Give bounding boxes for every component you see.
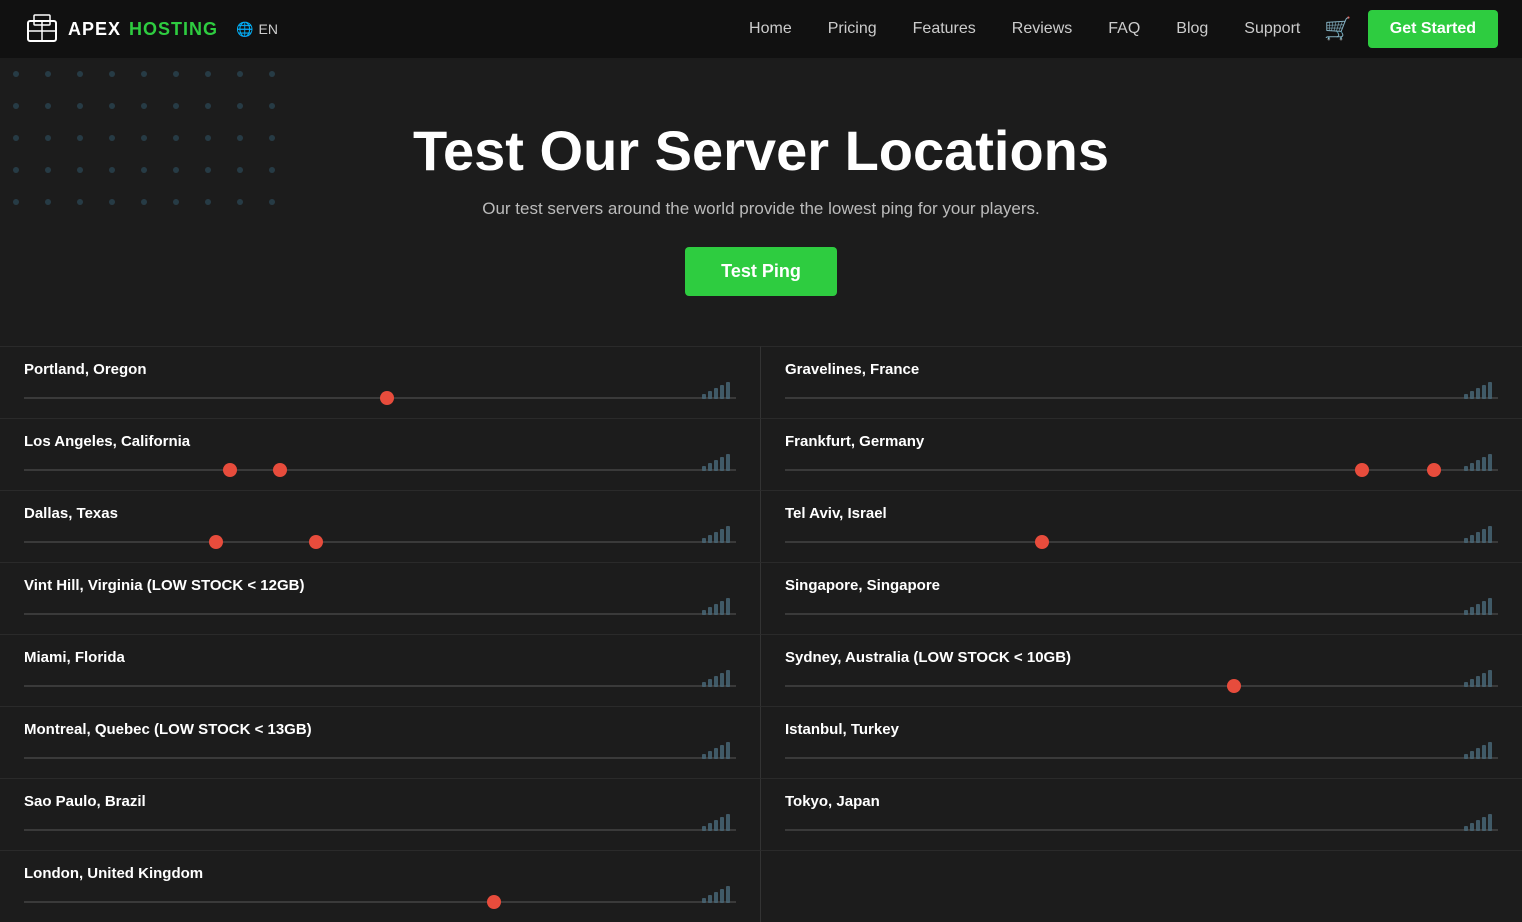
locations-grid: Portland, Oregon Gravelines, France Los … bbox=[0, 346, 1522, 922]
location-item-left: Sao Paulo, Brazil bbox=[0, 778, 761, 850]
location-name: Dallas, Texas bbox=[24, 505, 736, 522]
location-item-left: Los Angeles, California bbox=[0, 418, 761, 490]
location-item-right: Sydney, Australia (LOW STOCK < 10GB) bbox=[761, 634, 1522, 706]
cart-icon[interactable]: 🛒 bbox=[1324, 16, 1351, 42]
location-name: Singapore, Singapore bbox=[785, 577, 1498, 594]
location-item-right: Gravelines, France bbox=[761, 346, 1522, 418]
location-name: Sao Paulo, Brazil bbox=[24, 793, 736, 810]
location-item-right: Tokyo, Japan bbox=[761, 778, 1522, 850]
location-name: Tokyo, Japan bbox=[785, 793, 1498, 810]
location-name: Gravelines, France bbox=[785, 361, 1498, 378]
location-name: Sydney, Australia (LOW STOCK < 10GB) bbox=[785, 649, 1498, 666]
hero-section: Test Our Server Locations Our test serve… bbox=[0, 58, 1522, 922]
location-name: Miami, Florida bbox=[24, 649, 736, 666]
test-ping-button[interactable]: Test Ping bbox=[685, 247, 837, 296]
location-name: Frankfurt, Germany bbox=[785, 433, 1498, 450]
location-item-right: Frankfurt, Germany bbox=[761, 418, 1522, 490]
location-item-left: Dallas, Texas bbox=[0, 490, 761, 562]
logo-icon bbox=[24, 11, 60, 47]
location-name: Istanbul, Turkey bbox=[785, 721, 1498, 738]
nav-faq[interactable]: FAQ bbox=[1108, 20, 1140, 38]
nav-reviews[interactable]: Reviews bbox=[1012, 20, 1072, 38]
location-name: Tel Aviv, Israel bbox=[785, 505, 1498, 522]
main-nav: Home Pricing Features Reviews FAQ Blog S… bbox=[749, 20, 1300, 38]
language-selector[interactable]: 🌐 EN bbox=[236, 21, 278, 38]
brand-logo[interactable]: APEX HOSTING bbox=[24, 11, 218, 47]
navbar: APEX HOSTING 🌐 EN Home Pricing Features … bbox=[0, 0, 1522, 58]
nav-blog[interactable]: Blog bbox=[1176, 20, 1208, 38]
location-name: Los Angeles, California bbox=[24, 433, 736, 450]
location-item-right: Singapore, Singapore bbox=[761, 562, 1522, 634]
globe-icon: 🌐 bbox=[236, 21, 253, 38]
nav-features[interactable]: Features bbox=[913, 20, 976, 38]
hero-subtitle: Our test servers around the world provid… bbox=[20, 199, 1502, 219]
nav-support[interactable]: Support bbox=[1244, 20, 1300, 38]
lang-label: EN bbox=[258, 21, 277, 37]
nav-pricing[interactable]: Pricing bbox=[828, 20, 877, 38]
location-item-left: London, United Kingdom bbox=[0, 850, 761, 922]
location-item-left: Portland, Oregon bbox=[0, 346, 761, 418]
location-item-right: Istanbul, Turkey bbox=[761, 706, 1522, 778]
location-item-left: Vint Hill, Virginia (LOW STOCK < 12GB) bbox=[0, 562, 761, 634]
location-name: Montreal, Quebec (LOW STOCK < 13GB) bbox=[24, 721, 736, 738]
location-name: London, United Kingdom bbox=[24, 865, 736, 882]
location-item-left: Montreal, Quebec (LOW STOCK < 13GB) bbox=[0, 706, 761, 778]
location-name: Portland, Oregon bbox=[24, 361, 736, 378]
location-name: Vint Hill, Virginia (LOW STOCK < 12GB) bbox=[24, 577, 736, 594]
get-started-button[interactable]: Get Started bbox=[1368, 10, 1498, 48]
location-item-left: Miami, Florida bbox=[0, 634, 761, 706]
location-item-right: Tel Aviv, Israel bbox=[761, 490, 1522, 562]
brand-hosting: HOSTING bbox=[129, 19, 218, 40]
location-item-right bbox=[761, 850, 1522, 922]
brand-apex: APEX bbox=[68, 19, 121, 40]
hero-title: Test Our Server Locations bbox=[20, 118, 1502, 183]
nav-home[interactable]: Home bbox=[749, 20, 792, 38]
hero-content: Test Our Server Locations Our test serve… bbox=[0, 118, 1522, 346]
